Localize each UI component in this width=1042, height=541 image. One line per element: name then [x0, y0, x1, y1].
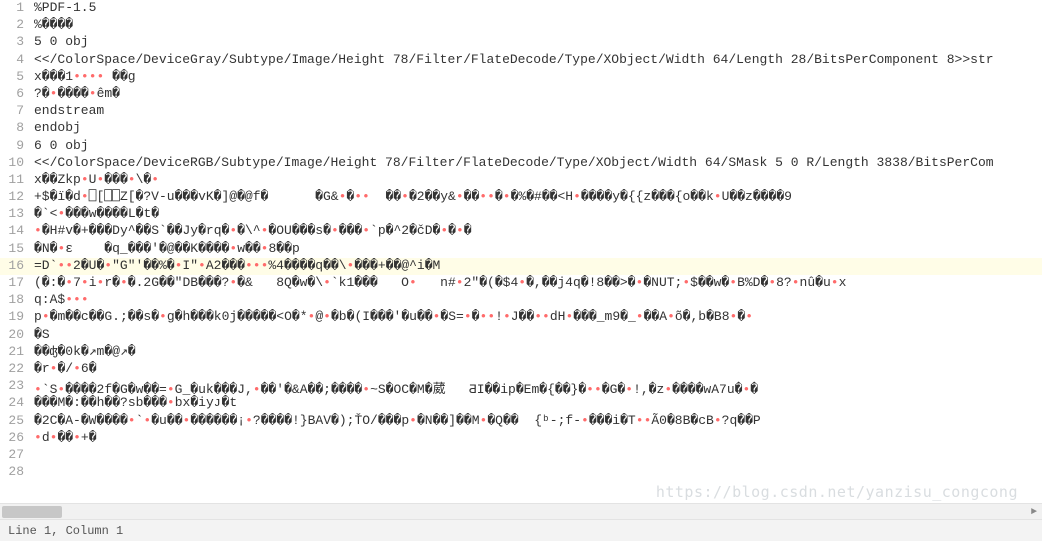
line-number: 12 — [0, 189, 34, 204]
line-content[interactable]: p•�m��c��G.;��s�•g�h���k0j�����<O�*•@•�b… — [34, 309, 1042, 324]
code-line[interactable]: 96 0 obj — [0, 138, 1042, 155]
code-line[interactable]: 12+$�ï�d•⎕[⎕⎕Z[�?V-u���vK�]@�@f� �G&•�••… — [0, 189, 1042, 206]
line-number: 27 — [0, 447, 34, 462]
code-line[interactable]: 6?�•����•êm� — [0, 86, 1042, 103]
line-content[interactable]: �N�•ε �q_���'�@��K����•w��•8��p — [34, 241, 1042, 256]
line-number: 22 — [0, 361, 34, 376]
line-content[interactable]: =D`••2�U�•"G"'��%�•I"•A2���•••%4����q��\… — [34, 258, 1042, 273]
line-number: 4 — [0, 52, 34, 67]
line-content[interactable]: �2C�A-�W����•`•�u��•������¡•?����!}BAV�)… — [34, 413, 1042, 428]
line-number: 1 — [0, 0, 34, 15]
line-number: 21 — [0, 344, 34, 359]
line-content[interactable]: %���� — [34, 17, 1042, 32]
line-number: 5 — [0, 69, 34, 84]
line-number: 16 — [0, 258, 34, 273]
code-line[interactable]: 35 0 obj — [0, 34, 1042, 51]
code-line[interactable]: 1%PDF-1.5 — [0, 0, 1042, 17]
scroll-right-arrow-icon[interactable]: ► — [1026, 504, 1042, 520]
code-line[interactable]: 5x���1•••• ��g — [0, 69, 1042, 86]
code-editor: 1%PDF-1.52%����35 0 obj4<</ColorSpace/De… — [0, 0, 1042, 541]
line-number: 6 — [0, 86, 34, 101]
line-content[interactable]: �r•�/•6� — [34, 361, 1042, 376]
line-number: 13 — [0, 206, 34, 221]
code-line[interactable]: 7endstream — [0, 103, 1042, 120]
line-number: 23 — [0, 378, 34, 393]
line-number: 11 — [0, 172, 34, 187]
code-line[interactable]: 19p•�m��c��G.;��s�•g�h���k0j�����<O�*•@•… — [0, 309, 1042, 326]
code-line[interactable]: 22�r•�/•6� — [0, 361, 1042, 378]
line-content[interactable]: ��ʤ�0k�↗m�@↗� — [34, 344, 1042, 359]
line-number: 17 — [0, 275, 34, 290]
code-line[interactable]: 14•�H#v�+���Dy^��S`��Jy�rq�•�\^•�OU���s�… — [0, 223, 1042, 240]
line-number: 10 — [0, 155, 34, 170]
line-content[interactable]: (�:�•7•i•r�•�.2G��"DB���?•�& 8Q�w�\•`k1�… — [34, 275, 1042, 290]
line-content[interactable]: <</ColorSpace/DeviceRGB/Subtype/Image/He… — [34, 155, 1042, 170]
line-content[interactable]: endobj — [34, 120, 1042, 135]
code-line[interactable]: 15�N�•ε �q_���'�@��K����•w��•8��p — [0, 241, 1042, 258]
status-bar: Line 1, Column 1 — [0, 519, 1042, 541]
watermark-text: https://blog.csdn.net/yanzisu_congcong — [656, 483, 1018, 501]
line-content[interactable]: <</ColorSpace/DeviceGray/Subtype/Image/H… — [34, 52, 1042, 67]
line-content[interactable]: 6 0 obj — [34, 138, 1042, 153]
code-line[interactable]: 2%���� — [0, 17, 1042, 34]
line-content[interactable]: x��Zkp•U•���•\�• — [34, 172, 1042, 187]
code-line[interactable]: 17(�:�•7•i•r�•�.2G��"DB���?•�& 8Q�w�\•`k… — [0, 275, 1042, 292]
line-content[interactable]: x���1•••• ��g — [34, 69, 1042, 84]
code-line[interactable]: 20�S — [0, 327, 1042, 344]
code-line[interactable]: 11x��Zkp•U•���•\�• — [0, 172, 1042, 189]
code-line[interactable]: 27 — [0, 447, 1042, 464]
line-content[interactable]: +$�ï�d•⎕[⎕⎕Z[�?V-u���vK�]@�@f� �G&•�•• �… — [34, 189, 1042, 204]
code-line[interactable]: 21��ʤ�0k�↗m�@↗� — [0, 344, 1042, 361]
line-number: 7 — [0, 103, 34, 118]
line-content[interactable]: �`<•���w����L�t� — [34, 206, 1042, 221]
line-content[interactable]: endstream — [34, 103, 1042, 118]
line-number: 2 — [0, 17, 34, 32]
line-number: 3 — [0, 34, 34, 49]
line-content[interactable]: %PDF-1.5 — [34, 0, 1042, 15]
line-number: 20 — [0, 327, 34, 342]
code-area[interactable]: 1%PDF-1.52%����35 0 obj4<</ColorSpace/De… — [0, 0, 1042, 503]
line-number: 18 — [0, 292, 34, 307]
code-line[interactable]: 10<</ColorSpace/DeviceRGB/Subtype/Image/… — [0, 155, 1042, 172]
code-line[interactable]: 13�`<•���w����L�t� — [0, 206, 1042, 223]
line-content[interactable]: •�H#v�+���Dy^��S`��Jy�rq�•�\^•�OU���s�•�… — [34, 223, 1042, 238]
cursor-position-label: Line 1, Column 1 — [8, 524, 123, 538]
code-line[interactable]: 26•d•��•+� — [0, 430, 1042, 447]
line-content[interactable]: ?�•����•êm� — [34, 86, 1042, 101]
code-line[interactable]: 23•`S•����2f�G�w��=•G_�uk���J,•��'�&A��;… — [0, 378, 1042, 395]
line-content[interactable]: q:A$••• — [34, 292, 1042, 307]
line-number: 28 — [0, 464, 34, 479]
line-content[interactable]: •d•��•+� — [34, 430, 1042, 445]
code-line[interactable]: 18q:A$••• — [0, 292, 1042, 309]
code-line[interactable]: 28 — [0, 464, 1042, 481]
code-line[interactable]: 25�2C�A-�W����•`•�u��•������¡•?����!}BAV… — [0, 413, 1042, 430]
horizontal-scrollbar[interactable]: ◄ ► — [0, 503, 1042, 519]
line-number: 26 — [0, 430, 34, 445]
line-content[interactable]: �S — [34, 327, 1042, 342]
code-line[interactable]: 4<</ColorSpace/DeviceGray/Subtype/Image/… — [0, 52, 1042, 69]
scrollbar-thumb[interactable] — [2, 506, 62, 518]
code-line[interactable]: 8endobj — [0, 120, 1042, 137]
code-line[interactable]: 24���M�:��h��?sb���•bx�iyᴊ�t — [0, 395, 1042, 412]
line-number: 25 — [0, 413, 34, 428]
line-number: 19 — [0, 309, 34, 324]
line-number: 14 — [0, 223, 34, 238]
line-number: 9 — [0, 138, 34, 153]
line-content[interactable]: ���M�:��h��?sb���•bx�iyᴊ�t — [34, 395, 1042, 410]
line-number: 24 — [0, 395, 34, 410]
code-line[interactable]: 16=D`••2�U�•"G"'��%�•I"•A2���•••%4����q�… — [0, 258, 1042, 275]
line-content[interactable]: •`S•����2f�G�w��=•G_�uk���J,•��'�&A��;��… — [34, 378, 1042, 397]
line-number: 15 — [0, 241, 34, 256]
line-number: 8 — [0, 120, 34, 135]
line-content[interactable]: 5 0 obj — [34, 34, 1042, 49]
